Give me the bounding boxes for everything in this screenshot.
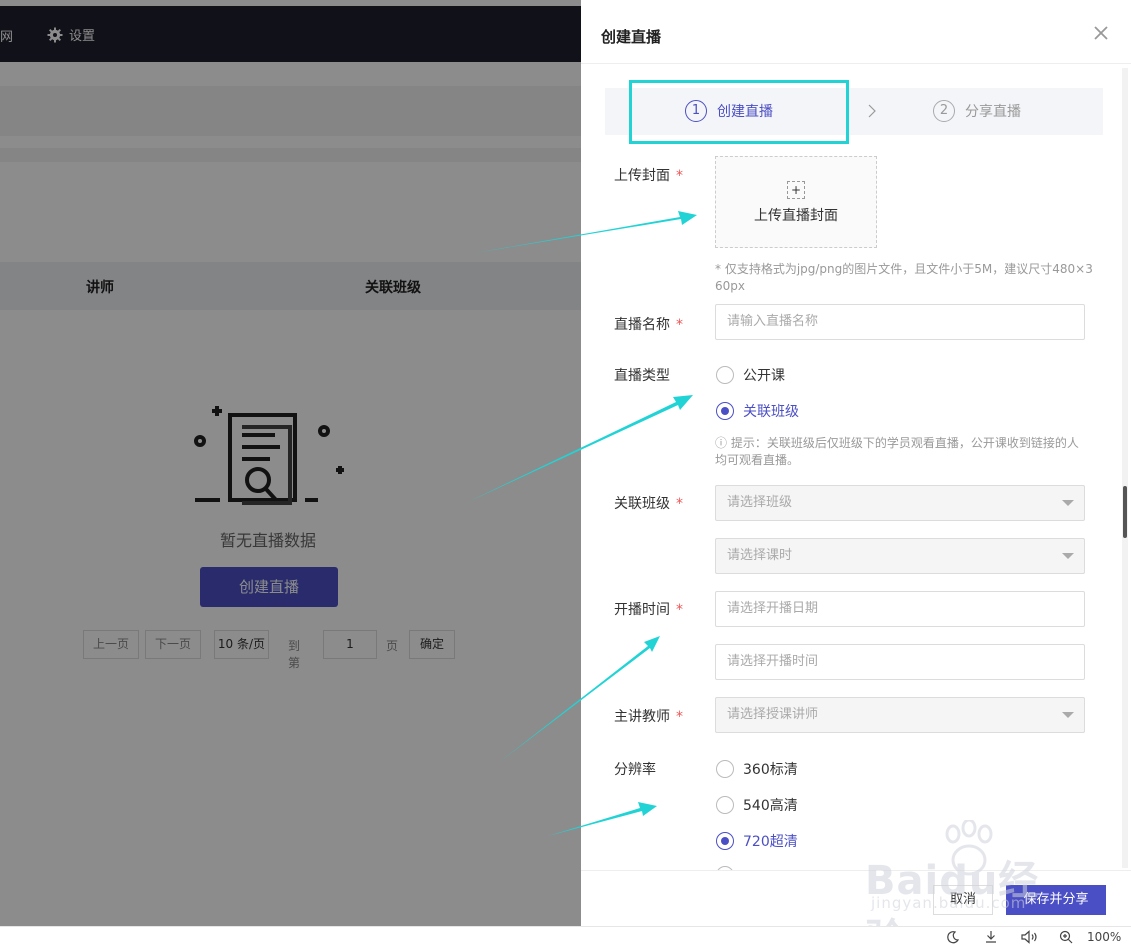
radio-540[interactable]: 540高清 — [716, 795, 798, 815]
watermark-sub-text: jingyan.baidu.com — [871, 894, 1027, 912]
speaker-icon[interactable] — [1020, 930, 1040, 944]
radio-label: 720超清 — [743, 834, 798, 850]
class-select-placeholder: 请选择班级 — [727, 495, 793, 510]
step-number: 2 — [933, 100, 955, 122]
cover-label-text: 上传封面 — [614, 168, 670, 184]
teacher-select-placeholder: 请选择授课讲师 — [727, 707, 819, 722]
drawer-scrollbar[interactable] — [1122, 68, 1128, 868]
background-page: 网 设置 讲师 关联班级 暂无直播数据 创建直播 上一页 下一页 10 条/页 … — [0, 0, 581, 926]
type-hint: ⓘ 提示：关联班级后仅班级下的学员观看直播，公开课收到链接的人 均可观看直播。 — [715, 435, 1079, 469]
cover-upload-area[interactable]: + 上传直播封面 — [715, 156, 877, 248]
modal-overlay[interactable] — [0, 0, 581, 926]
radio-720[interactable]: 720超清 — [716, 831, 798, 851]
teacher-label-text: 主讲教师 — [614, 709, 670, 725]
cover-hint-line2: 60px — [715, 279, 745, 293]
required-mark: * — [676, 317, 683, 333]
required-mark: * — [676, 496, 683, 512]
cover-hint: * 仅支持格式为jpg/png的图片文件，且文件小于5M，建议尺寸480×3 6… — [715, 261, 1093, 295]
radio-open-course[interactable]: 公开课 — [716, 365, 785, 385]
name-label-text: 直播名称 — [614, 317, 670, 333]
step-share[interactable]: 2 分享直播 — [933, 100, 1021, 122]
lesson-select[interactable]: 请选择课时 — [715, 538, 1085, 574]
plus-icon: + — [787, 181, 805, 199]
required-mark: * — [676, 168, 683, 184]
radio-circle — [716, 796, 734, 814]
radio-label: 540高清 — [743, 798, 798, 814]
radio-360[interactable]: 360标清 — [716, 759, 798, 779]
time-label: 开播时间 * — [614, 599, 683, 619]
type-label: 直播类型 — [614, 368, 670, 384]
caret-down-icon — [1062, 553, 1074, 559]
drawer-title: 创建直播 — [601, 28, 662, 46]
radio-circle — [716, 366, 734, 384]
radio-linked-class[interactable]: 关联班级 — [716, 401, 799, 421]
name-label: 直播名称 * — [614, 314, 683, 334]
radio-circle — [716, 832, 734, 850]
radio-label: 关联班级 — [743, 404, 799, 420]
upload-text: 上传直播封面 — [754, 208, 838, 224]
radio-circle — [716, 402, 734, 420]
lesson-select-placeholder: 请选择课时 — [727, 548, 793, 563]
caret-down-icon — [1062, 500, 1074, 506]
cover-hint-line1: * 仅支持格式为jpg/png的图片文件，且文件小于5M，建议尺寸480×3 — [715, 262, 1093, 276]
type-hint-line1: ⓘ 提示：关联班级后仅班级下的学员观看直播，公开课收到链接的人 — [715, 436, 1079, 450]
create-live-drawer: 创建直播 1 创建直播 2 分享直播 上传封面 * + 上传直播封面 * 仅支持格… — [581, 6, 1131, 926]
chevron-right-icon — [868, 104, 876, 118]
scrollbar-thumb[interactable] — [1123, 486, 1127, 538]
live-name-input[interactable]: 请输入直播名称 — [715, 304, 1085, 340]
radio-label: 360标清 — [743, 762, 798, 778]
start-date-input[interactable]: 请选择开播日期 — [715, 591, 1085, 627]
browser-status-bar: 100% — [0, 926, 1131, 946]
class-select[interactable]: 请选择班级 — [715, 485, 1085, 521]
teacher-label: 主讲教师 * — [614, 706, 683, 726]
baidu-watermark-logo: Baidu经验 jingyan.baidu.com — [865, 820, 1075, 946]
step-label: 分享直播 — [965, 104, 1021, 120]
time-label-text: 开播时间 — [614, 602, 670, 618]
cover-label: 上传封面 * — [614, 165, 683, 185]
drawer-header: 创建直播 — [581, 6, 1131, 64]
download-icon[interactable] — [984, 930, 998, 944]
moon-icon[interactable] — [946, 930, 960, 944]
required-mark: * — [676, 709, 683, 725]
start-time-input[interactable]: 请选择开播时间 — [715, 644, 1085, 680]
required-mark: * — [676, 602, 683, 618]
step-highlight-box — [629, 80, 849, 144]
teacher-select[interactable]: 请选择授课讲师 — [715, 697, 1085, 733]
caret-down-icon — [1062, 712, 1074, 718]
class-label: 关联班级 * — [614, 493, 683, 513]
radio-circle — [716, 760, 734, 778]
type-hint-line2: 均可观看直播。 — [715, 453, 800, 467]
radio-label: 公开课 — [743, 368, 785, 384]
resolution-label: 分辨率 — [614, 762, 656, 778]
class-label-text: 关联班级 — [614, 496, 670, 512]
zoom-level: 100% — [1087, 930, 1122, 944]
zoom-in-icon[interactable] — [1059, 930, 1073, 944]
close-icon[interactable] — [1091, 23, 1111, 43]
